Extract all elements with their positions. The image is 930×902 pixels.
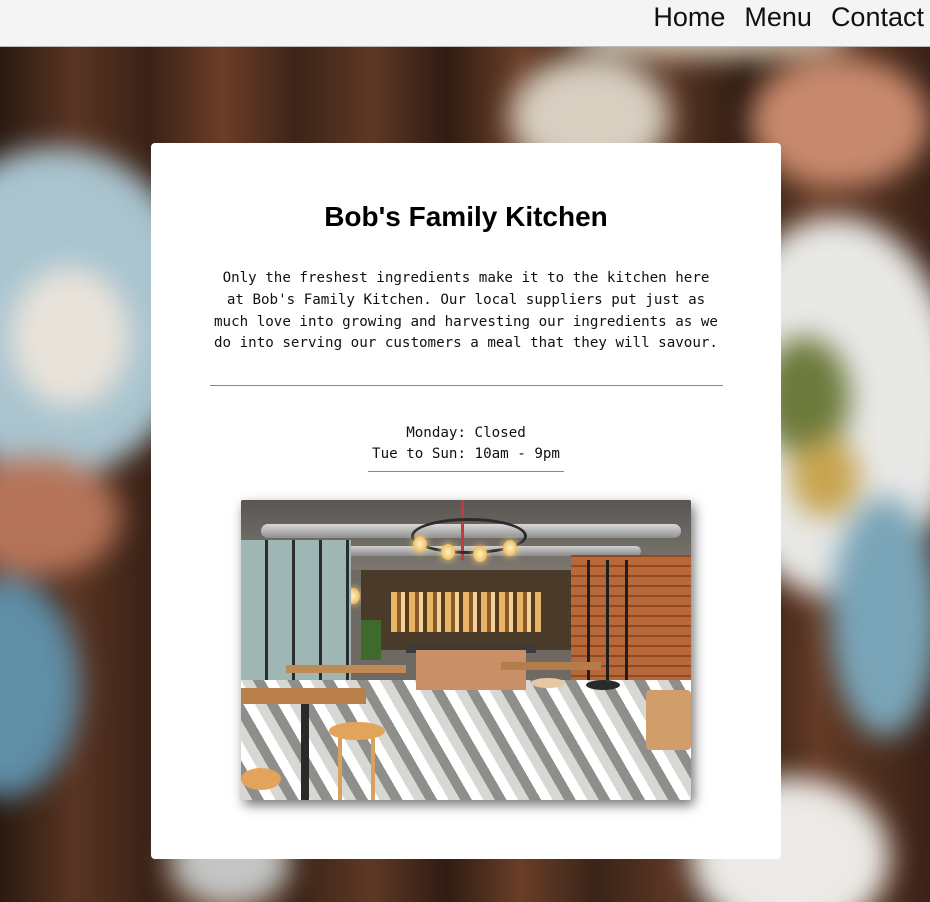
opening-hours: Monday: Closed Tue to Sun: 10am - 9pm bbox=[151, 423, 781, 464]
divider-short bbox=[368, 471, 564, 472]
photo-stool-leg bbox=[338, 738, 342, 800]
photo-stool-leg bbox=[371, 738, 375, 800]
photo-glass-partition bbox=[571, 560, 641, 695]
photo-table bbox=[286, 665, 406, 673]
photo-stool-front bbox=[329, 722, 385, 740]
nav-links: Home Menu Contact bbox=[634, 0, 924, 34]
bg-salad-garnish bbox=[790, 437, 860, 517]
photo-chair bbox=[646, 690, 691, 750]
photo-lamp bbox=[473, 546, 487, 562]
bg-food-left bbox=[10, 267, 130, 407]
bg-sleeve-left bbox=[0, 577, 80, 797]
photo-table bbox=[501, 662, 601, 670]
photo-stool bbox=[586, 680, 620, 690]
photo-bar-counter bbox=[416, 650, 526, 690]
nav-link-contact[interactable]: Contact bbox=[831, 0, 924, 34]
photo-lamp bbox=[441, 544, 455, 560]
bg-sleeve-right bbox=[830, 497, 930, 737]
intro-paragraph: Only the freshest ingredients make it to… bbox=[214, 270, 718, 352]
photo-table-front bbox=[241, 688, 366, 704]
restaurant-interior-photo bbox=[241, 500, 691, 800]
photo-lamp bbox=[413, 536, 427, 552]
page-title: Bob's Family Kitchen bbox=[324, 201, 608, 232]
nav-link-menu[interactable]: Menu bbox=[744, 0, 812, 34]
photo-bar-shelves bbox=[391, 592, 541, 632]
info-card: Bob's Family Kitchen Only the freshest i… bbox=[151, 143, 781, 859]
hours-monday: Monday: Closed bbox=[406, 425, 526, 441]
hours-tue-sun: Tue to Sun: 10am - 9pm bbox=[372, 445, 560, 462]
bg-napkin bbox=[570, 47, 850, 57]
divider bbox=[210, 385, 723, 386]
photo-green-wall bbox=[361, 620, 381, 660]
photo-lamp bbox=[503, 540, 517, 556]
top-navbar: Home Menu Contact bbox=[0, 0, 930, 47]
photo-stool bbox=[531, 678, 565, 688]
bg-hand-left bbox=[0, 457, 120, 577]
nav-link-home[interactable]: Home bbox=[653, 0, 725, 34]
photo-stool-front bbox=[241, 768, 281, 790]
photo-table-leg bbox=[301, 704, 309, 800]
